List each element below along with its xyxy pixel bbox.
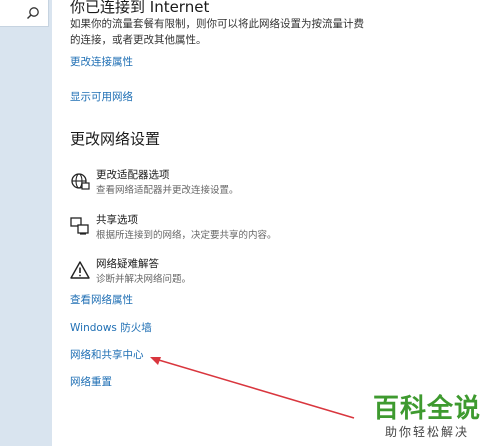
watermark: 百科全说 助你轻松解决 [362, 394, 492, 440]
watermark-subtitle: 助你轻松解决 [384, 425, 469, 439]
watermark-title: 百科全说 [372, 394, 481, 424]
annotation-arrow [150, 357, 355, 419]
